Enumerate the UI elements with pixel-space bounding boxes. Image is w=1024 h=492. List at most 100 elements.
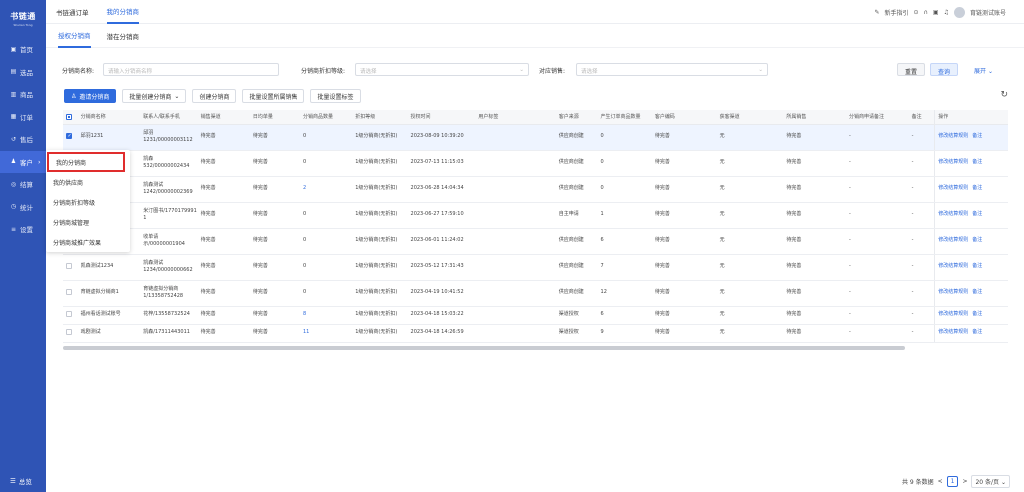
horizontal-scrollbar[interactable] xyxy=(63,346,905,350)
remark-link[interactable]: 备注 xyxy=(972,329,982,335)
chevron-down-icon: ⌄ xyxy=(987,68,993,75)
row-checkbox[interactable] xyxy=(66,263,72,269)
edit-settlement-link[interactable]: 修改结算规则 xyxy=(938,211,968,217)
sidebar-item-orders[interactable]: ▦ 订单 xyxy=(0,106,46,129)
select-all-cell[interactable] xyxy=(63,110,78,125)
logo-subtext: Shulian Tong xyxy=(13,23,33,27)
table-row[interactable]: 凯森532凯森532/00000002434待完善待完善01级分销商(无折扣)2… xyxy=(63,150,1008,177)
cell-level: 1级分销商(无折扣) xyxy=(352,324,408,343)
remark-link[interactable]: 备注 xyxy=(972,211,982,217)
row-checkbox[interactable] xyxy=(66,289,72,295)
app-logo[interactable]: 书链通 Shulian Tong xyxy=(0,0,46,38)
sidebar-overview[interactable]: ☰ 总览 xyxy=(0,470,46,492)
table-row[interactable]: 育链虚拟分销商1 育链虚拟分销商1/13358752428 待完善 待完善 0 1级分销商… xyxy=(63,280,1008,307)
table-row[interactable]: 凯森测试1234 凯森测试1234/00000000662 待完善 待完善 0 1级分销商… xyxy=(63,254,1008,281)
cell-code: 待完善 xyxy=(651,228,717,255)
sidebar-item-products[interactable]: ▥ 商品 xyxy=(0,83,46,106)
sidebar-item-settings[interactable]: ≡ 设置 xyxy=(0,218,46,241)
table-row[interactable]: 福州看话测试账号 花梓/13558732524 待完善 待完善 8 1级分销商(无折扣) 2… xyxy=(63,306,1008,325)
row-checkbox[interactable] xyxy=(66,329,72,335)
reset-button[interactable]: 重置 xyxy=(897,63,926,76)
sidebar-item-after-sales[interactable]: ↺ 售后 xyxy=(0,128,46,151)
bell-icon[interactable]: ♫ xyxy=(944,9,949,16)
sales-select[interactable]: 请选择 ⌄ xyxy=(576,63,768,76)
edit-settlement-link[interactable]: 修改结算规则 xyxy=(938,133,968,139)
cell-contact: 凯森测试1234/00000000662 xyxy=(140,254,198,281)
edit-settlement-link[interactable]: 修改结算规则 xyxy=(938,311,968,317)
create-distributor-button[interactable]: 创建分销商 xyxy=(192,89,237,103)
batch-set-tag-button[interactable]: 批量设置标签 xyxy=(310,89,361,103)
query-button[interactable]: 查询 xyxy=(930,63,959,76)
menu-discount-levels[interactable]: 分销商折扣等级 xyxy=(46,192,130,212)
table-row[interactable]: 戏剧测试 凯森/17311443011 待完善 待完善 11 1级分销商(无折扣) 2023… xyxy=(63,324,1008,343)
sidebar-item-statistics[interactable]: ◷ 统计 xyxy=(0,196,46,219)
page-number[interactable]: 1 xyxy=(946,475,959,487)
user-name[interactable]: 育链测试账号 xyxy=(970,8,1006,17)
remark-link[interactable]: 备注 xyxy=(972,133,982,139)
table-row[interactable]: 收单请示收单请示/00000001904待完善待完善01级分销商(无折扣)202… xyxy=(63,228,1008,255)
cell-source: 自主申请 xyxy=(555,202,598,229)
invite-distributor-button[interactable]: ♙ 邀请分销商 xyxy=(64,89,117,103)
table-row[interactable]: 凯森测试1242凯森测试1242/00000002369待完善待完善21级分销商… xyxy=(63,176,1008,203)
settings-icon[interactable]: ⊙ xyxy=(913,9,918,16)
menu-mall-management[interactable]: 分销商城管理 xyxy=(46,212,130,232)
next-page-button[interactable]: > xyxy=(962,478,967,485)
menu-mall-promotion[interactable]: 分销商城推广效果 xyxy=(46,232,130,252)
refresh-icon[interactable]: ↻ xyxy=(1000,90,1008,100)
menu-my-distributors[interactable]: 我的分销商 xyxy=(47,152,125,172)
remark-link[interactable]: 备注 xyxy=(972,263,982,269)
table-row[interactable]: 邱羽1231邱羽1231/00000003112待完善待完善01级分销商(无折扣… xyxy=(63,124,1008,151)
edit-settlement-link[interactable]: 修改结算规则 xyxy=(938,237,968,243)
row-select-cell[interactable] xyxy=(63,306,78,325)
discount-level-label: 分销商折扣等级: xyxy=(301,68,346,75)
page-size-select[interactable]: 20 条/页 ⌄ xyxy=(971,474,1010,488)
menu-my-suppliers[interactable]: 我的供应商 xyxy=(46,172,130,192)
cell-tag xyxy=(475,150,556,177)
cell-code: 待完善 xyxy=(651,324,717,343)
row-select-cell[interactable] xyxy=(63,254,78,281)
message-icon[interactable]: ▣ xyxy=(933,9,939,16)
row-select-cell[interactable] xyxy=(63,280,78,307)
table-row[interactable]: 米汀图书米汀图书/1770179991 1待完善待完善01级分销商(无折扣)20… xyxy=(63,202,1008,229)
row-select-cell[interactable] xyxy=(63,124,78,151)
discount-level-select[interactable]: 请选择 ⌄ xyxy=(355,63,529,76)
row-select-cell[interactable] xyxy=(63,324,78,343)
cell-acq: 无 xyxy=(716,202,784,229)
guide-icon[interactable]: ✎ xyxy=(874,9,879,16)
tab-shulian-orders[interactable]: 书链通订单 xyxy=(56,0,89,24)
tab-my-distributors[interactable]: 我的分销商 xyxy=(106,0,139,24)
sidebar-item-home[interactable]: ▣ 首页 xyxy=(0,38,46,61)
headset-icon[interactable]: ∩ xyxy=(924,9,928,16)
select-all-checkbox[interactable] xyxy=(66,113,72,120)
avatar[interactable] xyxy=(953,6,965,18)
edit-settlement-link[interactable]: 修改结算规则 xyxy=(938,185,968,191)
sidebar-item-settlement[interactable]: ◎ 结算 xyxy=(0,173,46,196)
row-checkbox[interactable] xyxy=(66,311,72,317)
prev-page-button[interactable]: < xyxy=(938,478,943,485)
tab-authorized-distributors[interactable]: 授权分销商 xyxy=(58,24,91,48)
cell-orders: 0 xyxy=(597,150,652,177)
guide-link[interactable]: 新手指引 xyxy=(884,8,908,17)
batch-create-button[interactable]: 批量创建分销商 ⌄ xyxy=(122,89,187,103)
row-checkbox[interactable] xyxy=(66,133,72,140)
sidebar-item-customers[interactable]: ♟ 客户 › xyxy=(0,150,46,173)
remark-link[interactable]: 备注 xyxy=(972,289,982,295)
action-toolbar: ♙ 邀请分销商 批量创建分销商 ⌄ 创建分销商 批量设置所属销售 批量设置标签 xyxy=(64,89,361,103)
edit-settlement-link[interactable]: 修改结算规则 xyxy=(938,329,968,335)
expand-link[interactable]: 展开 ⌄ xyxy=(974,66,993,75)
edit-settlement-link[interactable]: 修改结算规则 xyxy=(938,289,968,295)
cell-tag xyxy=(475,280,556,307)
tab-potential-distributors[interactable]: 潜在分销商 xyxy=(107,24,140,48)
cell-orders: 6 xyxy=(597,306,652,325)
edit-settlement-link[interactable]: 修改结算规则 xyxy=(938,159,968,165)
remark-link[interactable]: 备注 xyxy=(972,159,982,165)
batch-set-sales-button[interactable]: 批量设置所属销售 xyxy=(242,89,305,103)
remark-link[interactable]: 备注 xyxy=(972,185,982,191)
col-orders: 产生订单商品数量 xyxy=(597,110,652,125)
remark-link[interactable]: 备注 xyxy=(972,237,982,243)
remark-link[interactable]: 备注 xyxy=(972,311,982,317)
sidebar-item-selection[interactable]: ▤ 选品 xyxy=(0,61,46,84)
edit-settlement-link[interactable]: 修改结算规则 xyxy=(938,263,968,269)
distributor-name-input[interactable]: 请输入分销商名称 xyxy=(103,63,279,76)
chevron-down-icon: ⌄ xyxy=(519,67,524,73)
